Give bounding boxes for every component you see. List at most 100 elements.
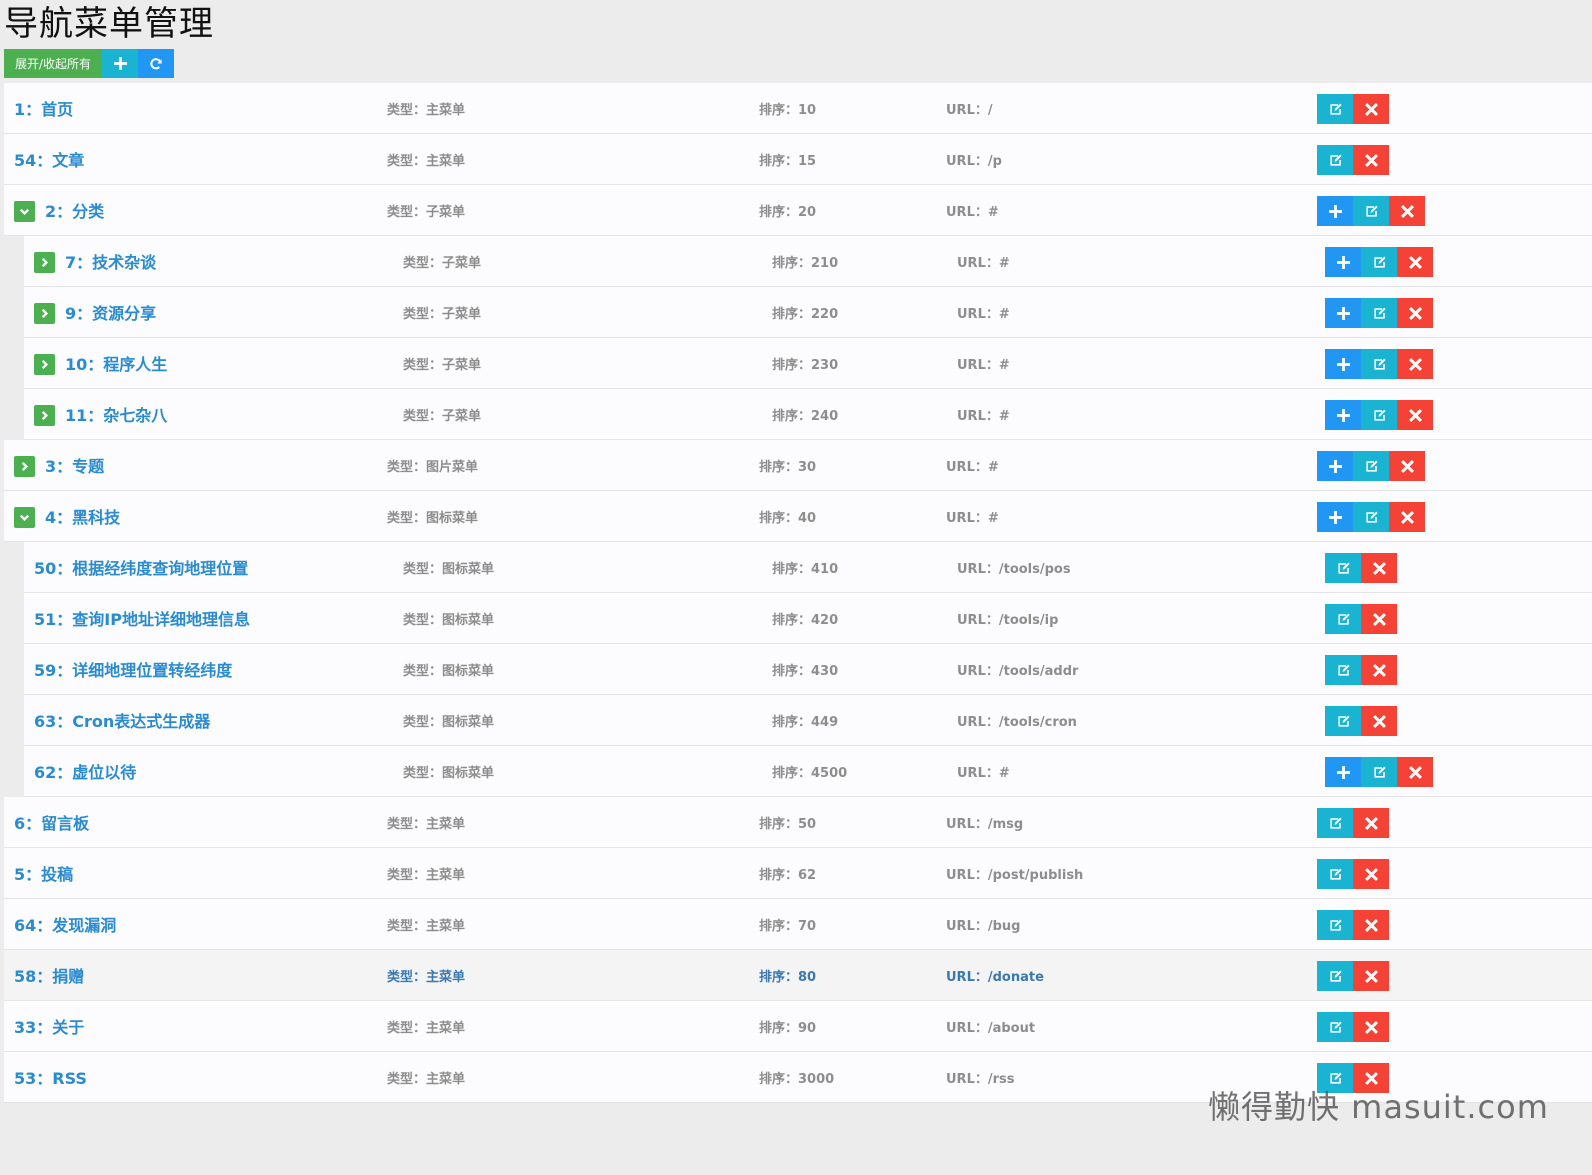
expand-toggle[interactable]: [34, 405, 55, 426]
expand-toggle[interactable]: [34, 303, 55, 324]
menu-type: 类型：主菜单: [387, 1068, 465, 1087]
delete-button[interactable]: [1361, 706, 1397, 736]
sort-value: 90: [798, 1021, 817, 1036]
edit-button[interactable]: [1325, 604, 1361, 634]
add-submenu-button[interactable]: [1325, 757, 1361, 787]
url-label: URL：: [957, 256, 999, 271]
edit-button[interactable]: [1317, 961, 1353, 991]
edit-button[interactable]: [1353, 502, 1389, 532]
menu-name-link[interactable]: 10：程序人生: [65, 351, 167, 375]
menu-name-link[interactable]: 63：Cron表达式生成器: [34, 708, 210, 732]
delete-button[interactable]: [1361, 604, 1397, 634]
add-submenu-button[interactable]: [1317, 451, 1353, 481]
edit-button[interactable]: [1361, 349, 1397, 379]
type-value: 主菜单: [426, 1072, 466, 1087]
menu-name-link[interactable]: 2：分类: [45, 198, 104, 222]
menu-url: URL：#: [957, 354, 1010, 373]
menu-row: 2：分类 类型：子菜单 排序：20 URL：#: [4, 185, 1592, 236]
edit-button[interactable]: [1317, 859, 1353, 889]
edit-button[interactable]: [1361, 400, 1397, 430]
delete-button[interactable]: [1397, 247, 1433, 277]
menu-name-link[interactable]: 50：根据经纬度查询地理位置: [34, 555, 248, 579]
delete-button[interactable]: [1361, 655, 1397, 685]
sort-label: 排序：: [759, 868, 799, 883]
add-submenu-button[interactable]: [1325, 298, 1361, 328]
delete-button[interactable]: [1353, 961, 1389, 991]
sort-label: 排序：: [759, 103, 799, 118]
edit-button[interactable]: [1361, 757, 1397, 787]
menu-name-link[interactable]: 7：技术杂谈: [65, 249, 156, 273]
type-value: 主菜单: [426, 154, 466, 169]
delete-button[interactable]: [1397, 757, 1433, 787]
edit-button[interactable]: [1317, 145, 1353, 175]
menu-name-link[interactable]: 11：杂七杂八: [65, 402, 167, 426]
edit-button[interactable]: [1325, 706, 1361, 736]
delete-button[interactable]: [1353, 94, 1389, 124]
type-value: 图标菜单: [426, 511, 479, 526]
add-submenu-button[interactable]: [1325, 400, 1361, 430]
refresh-button[interactable]: [138, 49, 175, 78]
delete-button[interactable]: [1389, 451, 1425, 481]
add-submenu-button[interactable]: [1325, 247, 1361, 277]
edit-icon: [1329, 868, 1342, 880]
sort-label: 排序：: [759, 511, 799, 526]
menu-name-link[interactable]: 54：文章: [14, 147, 84, 171]
row-actions: [1317, 502, 1425, 532]
menu-name-link[interactable]: 33：关于: [14, 1014, 84, 1038]
url-label: URL：: [946, 154, 988, 169]
delete-button[interactable]: [1353, 910, 1389, 940]
delete-button[interactable]: [1361, 553, 1397, 583]
menu-name-link[interactable]: 1：首页: [14, 96, 73, 120]
menu-name-link[interactable]: 59：详细地理位置转经纬度: [34, 657, 232, 681]
menu-name-link[interactable]: 9：资源分享: [65, 300, 156, 324]
add-submenu-button[interactable]: [1317, 502, 1353, 532]
delete-button[interactable]: [1397, 349, 1433, 379]
edit-button[interactable]: [1317, 1012, 1353, 1042]
url-value: /: [987, 103, 993, 118]
edit-button[interactable]: [1361, 247, 1397, 277]
menu-name-link[interactable]: 6：留言板: [14, 810, 89, 834]
delete-icon: [1372, 663, 1386, 677]
menu-name-link[interactable]: 58：捐赠: [14, 963, 84, 987]
menu-name-link[interactable]: 51：查询IP地址详细地理信息: [34, 606, 250, 630]
collapse-toggle[interactable]: [14, 507, 35, 528]
edit-button[interactable]: [1325, 553, 1361, 583]
menu-row: 9：资源分享 类型：子菜单 排序：220 URL：#: [24, 287, 1592, 338]
edit-button[interactable]: [1361, 298, 1397, 328]
url-label: URL：: [946, 460, 988, 475]
add-submenu-button[interactable]: [1325, 349, 1361, 379]
type-label: 类型：: [403, 307, 443, 322]
menu-name-link[interactable]: 62：虚位以待: [34, 759, 136, 783]
delete-button[interactable]: [1389, 196, 1425, 226]
type-label: 类型：: [387, 970, 427, 985]
edit-button[interactable]: [1353, 196, 1389, 226]
collapse-toggle[interactable]: [14, 201, 35, 222]
plus-icon: [1336, 408, 1350, 422]
edit-button[interactable]: [1317, 808, 1353, 838]
expand-toggle[interactable]: [14, 456, 35, 477]
delete-button[interactable]: [1397, 400, 1433, 430]
expand-collapse-all-button[interactable]: 展开/收起所有: [4, 49, 103, 78]
menu-name-link[interactable]: 53：RSS: [14, 1065, 87, 1089]
expand-toggle[interactable]: [34, 252, 55, 273]
delete-button[interactable]: [1389, 502, 1425, 532]
edit-button[interactable]: [1353, 451, 1389, 481]
delete-button[interactable]: [1353, 145, 1389, 175]
delete-button[interactable]: [1397, 298, 1433, 328]
menu-name-link[interactable]: 4：黑科技: [45, 504, 120, 528]
menu-name-link[interactable]: 5：投稿: [14, 861, 73, 885]
edit-button[interactable]: [1325, 655, 1361, 685]
edit-button[interactable]: [1317, 910, 1353, 940]
add-submenu-button[interactable]: [1317, 196, 1353, 226]
delete-button[interactable]: [1353, 808, 1389, 838]
menu-name-link[interactable]: 3：专题: [45, 453, 104, 477]
menu-name-link[interactable]: 64：发现漏洞: [14, 912, 116, 936]
menu-url: URL：/about: [946, 1017, 1035, 1036]
add-menu-button[interactable]: [102, 49, 139, 78]
expand-toggle[interactable]: [34, 354, 55, 375]
url-value: /bug: [987, 919, 1021, 934]
delete-button[interactable]: [1353, 859, 1389, 889]
sort-label: 排序：: [759, 460, 799, 475]
delete-button[interactable]: [1353, 1012, 1389, 1042]
edit-button[interactable]: [1317, 94, 1353, 124]
